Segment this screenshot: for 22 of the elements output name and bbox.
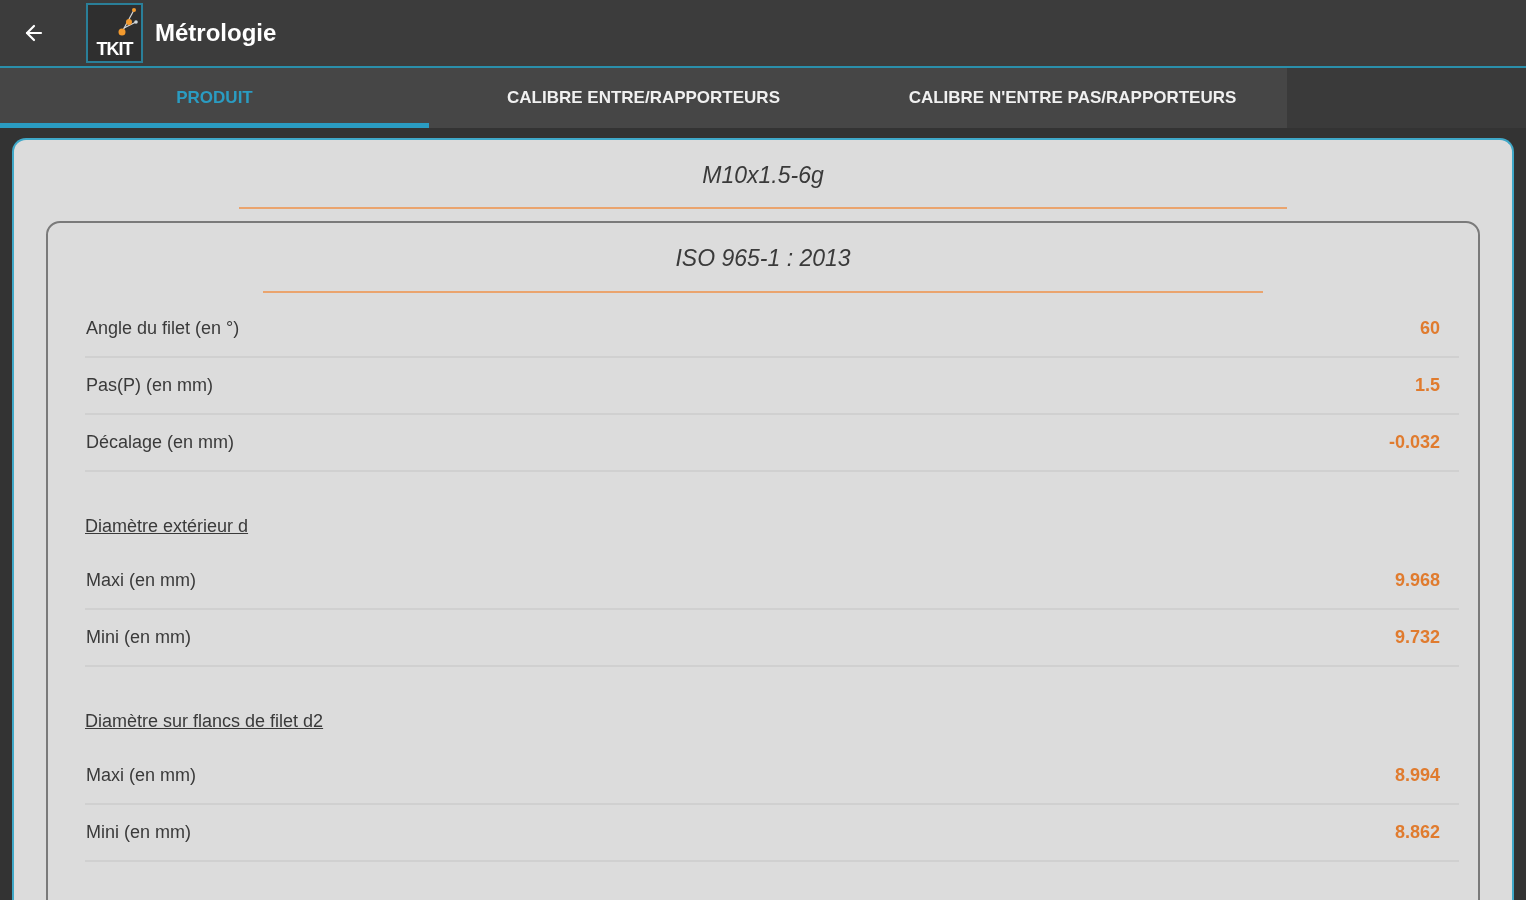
logo-text: TKIT bbox=[96, 39, 133, 59]
app-title: Métrologie bbox=[155, 18, 277, 48]
section-heading: Diamètre sur flancs de filet d2 bbox=[85, 711, 324, 731]
measure-label: Mini (en mm) bbox=[85, 626, 191, 649]
tab[interactable]: CALIBRE N'ENTRE PAS/RAPPORTEURS bbox=[858, 68, 1287, 128]
measure-value: 9.968 bbox=[1394, 569, 1441, 592]
measure-value: -0.032 bbox=[1388, 431, 1441, 454]
measure-label: Maxi (en mm) bbox=[85, 569, 196, 592]
measure-label: Angle du filet (en °) bbox=[85, 317, 240, 340]
section-heading: Diamètre extérieur d bbox=[85, 516, 249, 536]
product-title: M10x1.5-6g bbox=[701, 161, 825, 190]
measure-value: 9.732 bbox=[1394, 626, 1441, 649]
measure-value: 8.862 bbox=[1394, 821, 1441, 844]
measure-value: 60 bbox=[1419, 317, 1441, 340]
measure-value: 8.994 bbox=[1394, 764, 1441, 787]
tab[interactable]: CALIBRE ENTRE/RAPPORTEURS bbox=[429, 68, 858, 128]
standard-title: ISO 965-1 : 2013 bbox=[674, 244, 852, 273]
measure-label: Pas(P) (en mm) bbox=[85, 374, 213, 397]
measure-label: Maxi (en mm) bbox=[85, 764, 196, 787]
measure-label: Décalage (en mm) bbox=[85, 431, 235, 454]
measure-value: 1.5 bbox=[1414, 374, 1441, 397]
measure-label: Mini (en mm) bbox=[85, 821, 191, 844]
